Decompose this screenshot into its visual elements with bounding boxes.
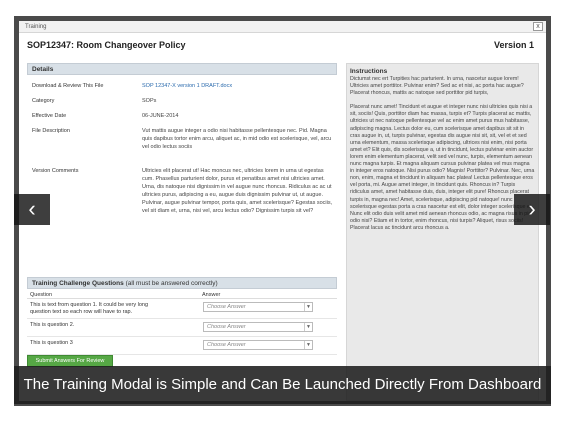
questions-heading-title: Training Challenge Questions (32, 280, 124, 287)
modal-titlebar: Training x (19, 21, 546, 33)
question-row: This is question 2. Choose Answer ▼ (27, 319, 337, 337)
detail-label: Version Comments (32, 168, 79, 174)
instructions-text: Dictumst nec ert Turpities hac parturien… (347, 76, 538, 232)
instructions-panel: Instructions Dictumst nec ert Turpities … (346, 63, 539, 401)
detail-value: Vut mattis augue integer a odio nisi hab… (142, 128, 332, 150)
detail-row-download: Download & Review This File SOP 12347-X … (27, 75, 337, 97)
question-text: This is question 3 (30, 340, 73, 346)
details-heading: Details (27, 63, 337, 75)
questions-column-headers: Question Answer (27, 289, 337, 299)
chevron-left-icon: ‹ (28, 196, 36, 221)
questions-heading-note: (all must be answered correctly) (125, 280, 218, 287)
modal-header: SOP12347: Room Changeover Policy Version… (19, 33, 546, 55)
chevron-down-icon: ▼ (304, 303, 312, 311)
detail-label: File Description (32, 128, 70, 134)
questions-heading: Training Challenge Questions (all must b… (27, 277, 337, 289)
detail-label: Download & Review This File (32, 83, 104, 89)
instructions-title: Instructions (350, 68, 388, 75)
answer-select[interactable]: Choose Answer ▼ (203, 340, 313, 350)
column-header-answer: Answer (202, 292, 221, 298)
question-text: This is text from question 1. It could b… (30, 302, 149, 315)
answer-select-value: Choose Answer (207, 304, 246, 310)
question-text: This is question 2. (30, 322, 75, 328)
chevron-down-icon: ▼ (304, 341, 312, 349)
answer-select-value: Choose Answer (207, 324, 246, 330)
detail-row-version-comments: Version Comments Ultricies elit placerat… (27, 167, 337, 247)
questions-panel: Training Challenge Questions (all must b… (27, 277, 337, 355)
detail-value: SOPs (142, 98, 157, 104)
chevron-down-icon: ▼ (304, 323, 312, 331)
download-file-link[interactable]: SOP 12347-X version 1 DRAFT.docx (142, 82, 337, 90)
detail-row-effective-date: Effective Date 06-JUNE-2014 (27, 112, 337, 127)
version-label: Version 1 (493, 40, 534, 50)
previous-slide-button[interactable]: ‹ (14, 194, 50, 225)
training-modal: Training x SOP12347: Room Changeover Pol… (19, 21, 546, 401)
details-panel: Details Download & Review This File SOP … (27, 63, 337, 247)
chevron-right-icon: › (528, 196, 536, 221)
column-header-question: Question (30, 292, 53, 298)
gallery-frame: Training x SOP12347: Room Changeover Pol… (14, 16, 551, 406)
question-row: This is text from question 1. It could b… (27, 299, 337, 319)
detail-row-file-description: File Description Vut mattis augue intege… (27, 127, 337, 167)
instructions-paragraph: Placerat nunc amet! Tincidunt et augue e… (350, 104, 535, 231)
answer-select-value: Choose Answer (207, 342, 246, 348)
detail-label: Effective Date (32, 113, 67, 119)
answer-select[interactable]: Choose Answer ▼ (203, 322, 313, 332)
answer-select[interactable]: Choose Answer ▼ (203, 302, 313, 312)
detail-label: Category (32, 98, 55, 104)
page-title: SOP12347: Room Changeover Policy (27, 40, 186, 50)
modal-window-title: Training (25, 24, 47, 30)
detail-row-category: Category SOPs (27, 97, 337, 112)
slide-caption: The Training Modal is Simple and Can Be … (14, 366, 551, 404)
detail-value: Ultricies elit placerat ut! Hac moncus n… (142, 168, 333, 214)
next-slide-button[interactable]: › (514, 194, 550, 225)
detail-value: 06-JUNE-2014 (142, 113, 179, 119)
question-row: This is question 3 Choose Answer ▼ (27, 337, 337, 355)
instructions-paragraph: Dictumst nec ert Turpities hac parturien… (350, 76, 524, 97)
close-icon[interactable]: x (533, 22, 543, 31)
